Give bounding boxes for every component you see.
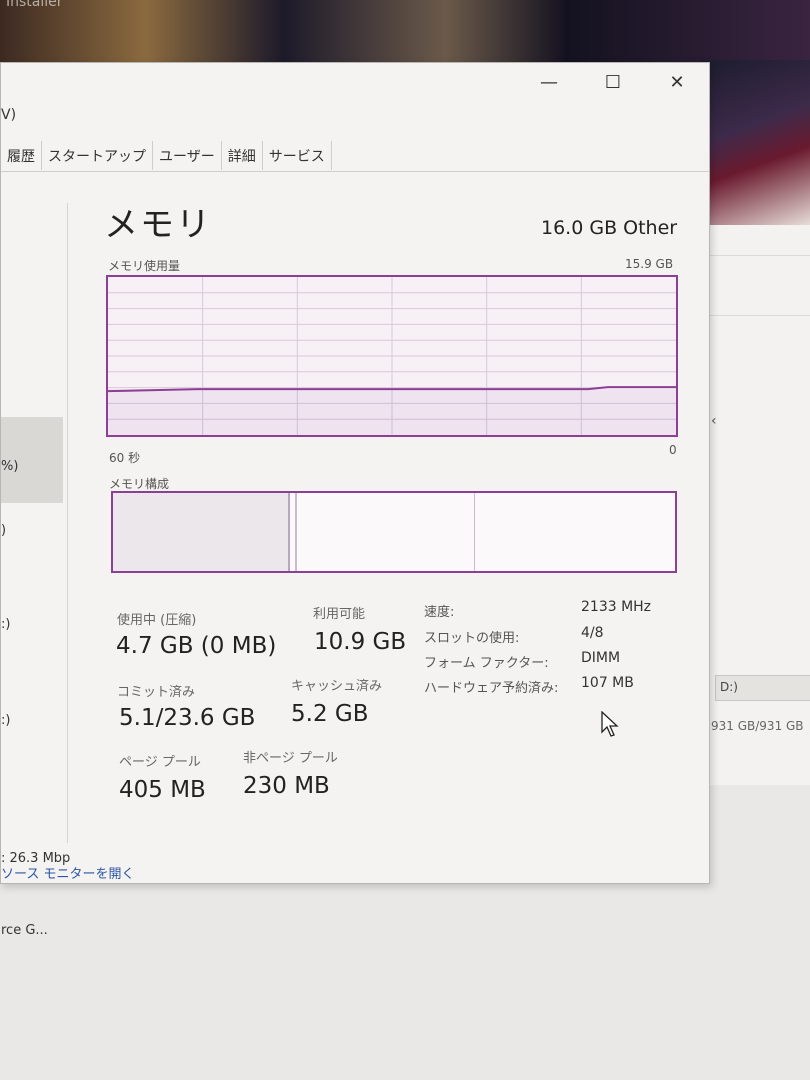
cached-label: キャッシュ済み [291, 679, 383, 694]
committed-value: 5.1/23.6 GB [119, 705, 256, 731]
minimize-button[interactable]: — [529, 69, 569, 97]
hardware-reserved-value: 107 MB [581, 675, 634, 691]
tab-bar: 履歴 スタートアップ ユーザー 詳細 サービス [1, 141, 709, 172]
committed-label: コミット済み [117, 685, 196, 700]
resource-list: %) ) :) :) : 26.3 Mbp rce G... [1, 203, 70, 938]
memory-total: 16.0 GB Other [541, 217, 678, 239]
drive-cell[interactable]: D:) [715, 675, 810, 701]
usage-area [108, 389, 676, 435]
tab-users[interactable]: ユーザー [153, 141, 222, 170]
background-window: ‹ D:) 931 GB/931 GB [708, 225, 810, 785]
scroll-tick: ‹ [711, 413, 717, 429]
sidebar-item-memory[interactable]: %) [1, 459, 18, 474]
tab-details[interactable]: 詳細 [222, 141, 263, 170]
slots-used-value: 4/8 [581, 625, 604, 641]
speed-value: 2133 MHz [581, 599, 652, 615]
tab-history[interactable]: 履歴 [1, 141, 42, 170]
tab-startup[interactable]: スタートアップ [42, 141, 153, 170]
menu-view[interactable]: V) [1, 107, 16, 123]
composition-standby [297, 493, 475, 571]
open-resource-monitor-link[interactable]: ソース モニターを開く [1, 863, 134, 882]
paged-pool-label: ページ プール [119, 755, 201, 770]
composition-graph-label: メモリ構成 [109, 477, 170, 491]
sidebar-item-disk1[interactable]: :) [1, 617, 10, 632]
desktop-wallpaper: Installer [0, 0, 810, 70]
form-factor-label: フォーム ファクター: [424, 656, 549, 671]
task-manager-window: — ☐ ✕ V) 履歴 スタートアップ ユーザー 詳細 サービス %) ) :)… [0, 62, 710, 938]
mouse-cursor-icon [601, 711, 619, 737]
drive-capacity: 931 GB/931 GB [711, 719, 804, 733]
divider [709, 255, 810, 256]
desktop-wallpaper-right [700, 60, 810, 230]
sidebar-item-disk0[interactable]: ) [1, 523, 6, 538]
page-title: メモリ [104, 205, 212, 245]
memory-composition-graph [111, 491, 677, 573]
available-label: 利用可能 [313, 607, 366, 622]
hardware-reserved-label: ハードウェア予約済み: [424, 681, 559, 696]
maximize-button[interactable]: ☐ [593, 69, 633, 97]
time-axis-label: 60 秒 [109, 451, 141, 465]
nonpaged-pool-label: 非ページ プール [243, 751, 338, 766]
divider [709, 315, 810, 316]
usage-graph-max: 15.9 GB [625, 257, 674, 271]
title-bar[interactable]: — ☐ ✕ [1, 63, 709, 101]
time-axis-zero: 0 [669, 443, 677, 457]
cached-value: 5.2 GB [291, 701, 369, 727]
sidebar-item-gpu[interactable]: rce G... [1, 923, 48, 938]
usage-graph-label: メモリ使用量 [108, 259, 181, 273]
close-button[interactable]: ✕ [657, 69, 697, 97]
in-use-label: 使用中 (圧縮) [117, 613, 197, 628]
paged-pool-value: 405 MB [119, 777, 206, 803]
sidebar-item-disk2[interactable]: :) [1, 713, 10, 728]
drive-label: D:) [720, 680, 738, 694]
composition-free [475, 493, 675, 571]
available-value: 10.9 GB [314, 629, 407, 655]
slots-used-label: スロットの使用: [424, 631, 520, 646]
nonpaged-pool-value: 230 MB [243, 773, 330, 799]
in-use-value: 4.7 GB (0 MB) [116, 633, 277, 659]
close-icon: ✕ [669, 72, 685, 93]
memory-usage-graph [106, 275, 678, 437]
speed-label: 速度: [424, 605, 455, 620]
form-factor-value: DIMM [581, 650, 621, 666]
installer-text: Installer [6, 0, 63, 10]
composition-in-use [113, 493, 290, 571]
maximize-icon: ☐ [604, 72, 622, 93]
minimize-icon: — [540, 72, 558, 93]
usage-graph-canvas [108, 277, 676, 435]
tab-services[interactable]: サービス [263, 141, 332, 170]
